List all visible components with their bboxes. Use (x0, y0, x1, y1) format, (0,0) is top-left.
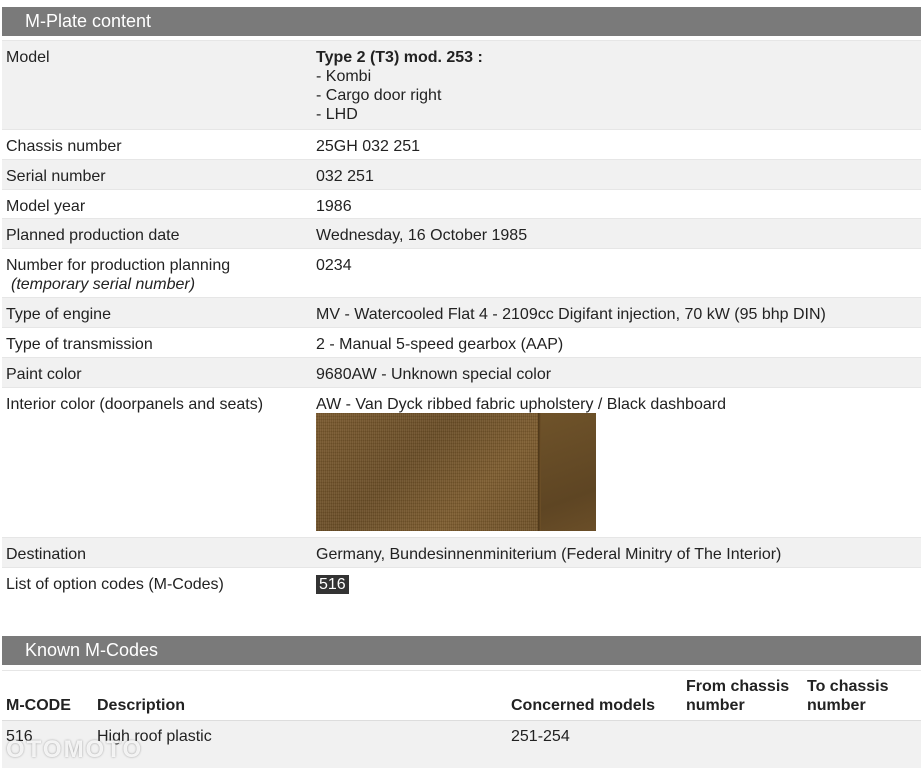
row-paint: Paint color 9680AW - Unknown special col… (2, 357, 921, 387)
serial-label: Serial number (6, 168, 106, 185)
col-header-from-chassis-line2: number (686, 697, 745, 714)
chassis-value: 25GH 032 251 (316, 138, 421, 155)
row-model: Model Type 2 (T3) mod. 253 : - Kombi - C… (2, 40, 921, 129)
upholstery-swatch-image (316, 413, 596, 531)
otomoto-watermark: OTOMOTO (6, 736, 144, 763)
destination-value: Germany, Bundesinnenminiterium (Federal … (316, 546, 782, 563)
col-header-to-chassis-line1: To chassis (807, 678, 889, 695)
option-codes-value: 516 (316, 575, 349, 594)
interior-label: Interior color (doorpanels and seats) (6, 396, 264, 413)
row-model-year: Model year 1986 (2, 189, 921, 218)
model-line: - Kombi (316, 68, 372, 85)
col-header-to-chassis-line2: number (807, 697, 866, 714)
known-mcodes-title: Known M-Codes (25, 640, 159, 660)
swatch-panel (541, 413, 596, 531)
mcodes-table-header: M-CODE Description Concerned models From… (2, 670, 921, 720)
engine-label: Type of engine (6, 306, 111, 323)
model-year-label: Model year (6, 198, 86, 215)
row-chassis: Chassis number 25GH 032 251 (2, 129, 921, 159)
col-header-from-chassis-line1: From chassis (686, 678, 790, 695)
col-header-mcode: M-CODE (6, 697, 71, 714)
engine-value: MV - Watercooled Flat 4 - 2109cc Digifan… (316, 306, 826, 323)
model-year-value: 1986 (316, 198, 352, 215)
production-date-label: Planned production date (6, 227, 180, 244)
row-interior: Interior color (doorpanels and seats) AW… (2, 387, 921, 537)
row-production-planning: Number for production planning (temporar… (2, 248, 921, 297)
mplate-title: M-Plate content (25, 11, 152, 31)
model-value: Type 2 (T3) mod. 253 : - Kombi - Cargo d… (316, 48, 483, 124)
destination-label: Destination (6, 546, 87, 563)
col-header-to-chassis: To chassis number (807, 677, 889, 715)
transmission-label: Type of transmission (6, 336, 153, 353)
production-planning-sublabel: (temporary serial number) (11, 276, 196, 293)
serial-value: 032 251 (316, 168, 374, 185)
known-mcodes-header: Known M-Codes (2, 636, 921, 665)
swatch-seam (538, 413, 541, 531)
model-title: Type 2 (T3) mod. 253 : (316, 49, 483, 66)
col-header-concerned-models: Concerned models (511, 697, 656, 714)
col-header-description: Description (97, 697, 186, 714)
row-transmission: Type of transmission 2 - Manual 5-speed … (2, 327, 921, 357)
transmission-value: 2 - Manual 5-speed gearbox (AAP) (316, 336, 564, 353)
row-serial: Serial number 032 251 (2, 159, 921, 189)
production-planning-label-text: Number for production planning (6, 257, 231, 274)
col-header-from-chassis: From chassis number (686, 677, 789, 715)
mplate-header: M-Plate content (2, 7, 921, 36)
production-planning-value: 0234 (316, 257, 352, 274)
paint-label: Paint color (6, 366, 82, 383)
paint-value: 9680AW - Unknown special color (316, 366, 552, 383)
row-option-codes: List of option codes (M-Codes) 516 (2, 567, 921, 597)
chassis-label: Chassis number (6, 138, 122, 155)
model-label: Model (6, 49, 50, 66)
interior-value: AW - Van Dyck ribbed fabric upholstery /… (316, 396, 726, 413)
production-date-value: Wednesday, 16 October 1985 (316, 227, 528, 244)
concerned-models-cell: 251-254 (511, 728, 570, 745)
model-line: - Cargo door right (316, 87, 442, 104)
row-production-date: Planned production date Wednesday, 16 Oc… (2, 218, 921, 248)
mcode-badge-516[interactable]: 516 (316, 575, 349, 594)
row-destination: Destination Germany, Bundesinnenminiteri… (2, 537, 921, 567)
row-engine: Type of engine MV - Watercooled Flat 4 -… (2, 297, 921, 327)
option-codes-label: List of option codes (M-Codes) (6, 576, 224, 593)
production-planning-label: Number for production planning (temporar… (6, 256, 230, 294)
model-line: - LHD (316, 106, 358, 123)
